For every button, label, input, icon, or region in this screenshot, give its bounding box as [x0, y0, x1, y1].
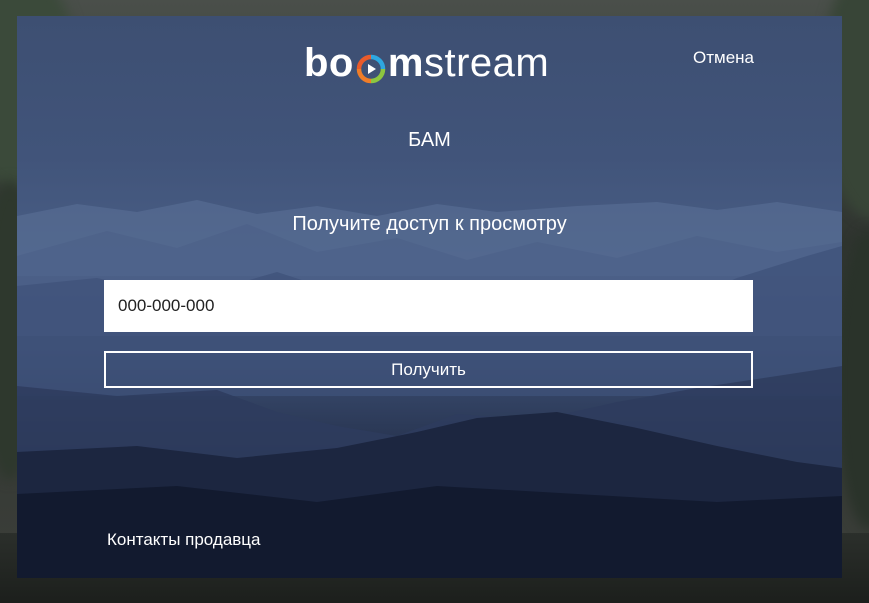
boomstream-logo: bo m stream — [304, 41, 549, 85]
access-modal: bo m stream Отмена БАМ Получите доступ к… — [17, 16, 842, 578]
play-ring-icon — [356, 49, 386, 84]
logo-text-suffix: stream — [423, 41, 550, 85]
access-subtitle: Получите доступ к просмотру — [292, 213, 567, 235]
logo-text-middle: m — [387, 41, 424, 85]
get-access-button[interactable]: Получить — [104, 351, 753, 388]
seller-contacts-link[interactable]: Контакты продавца — [107, 530, 261, 550]
cancel-link[interactable]: Отмена — [693, 48, 754, 68]
page-title: БАМ — [408, 129, 451, 151]
logo-text-prefix: bo — [304, 41, 354, 85]
access-code-input[interactable] — [104, 280, 753, 332]
